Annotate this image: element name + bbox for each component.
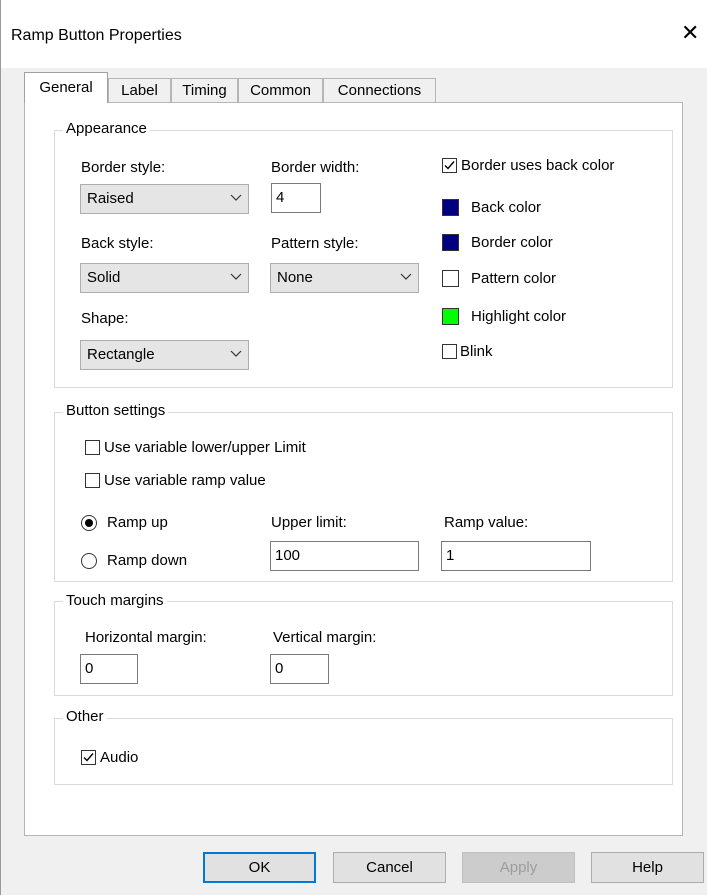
vertical-margin-value: 0 xyxy=(275,660,284,677)
cancel-button[interactable]: Cancel xyxy=(333,852,446,883)
border-uses-back-color-label: Border uses back color xyxy=(461,157,615,174)
chevron-down-icon xyxy=(400,273,412,280)
back-style-select[interactable]: Solid xyxy=(80,263,249,293)
radio-selected-dot xyxy=(85,519,93,527)
back-color-label: Back color xyxy=(471,199,542,216)
tab-connections[interactable]: Connections xyxy=(323,78,436,102)
border-width-label: Border width: xyxy=(271,159,360,176)
border-width-value: 4 xyxy=(276,189,285,206)
vertical-margin-input[interactable]: 0 xyxy=(270,654,329,684)
upper-limit-value: 100 xyxy=(275,547,301,564)
checkmark-icon xyxy=(83,753,94,762)
pattern-style-value: None xyxy=(277,269,313,286)
variable-ramp-label: Use variable ramp value xyxy=(104,472,266,489)
blink-checkbox[interactable] xyxy=(442,344,457,359)
variable-limit-label: Use variable lower/upper Limit xyxy=(104,439,306,456)
highlight-color-swatch[interactable] xyxy=(442,308,459,325)
border-width-input[interactable]: 4 xyxy=(271,183,321,213)
tab-label[interactable]: Label xyxy=(108,78,171,102)
tab-timing[interactable]: Timing xyxy=(171,78,238,102)
shape-value: Rectangle xyxy=(87,346,155,363)
border-style-label: Border style: xyxy=(81,159,166,176)
audio-checkbox[interactable] xyxy=(81,750,96,765)
button-settings-title: Button settings xyxy=(63,403,169,419)
ramp-value-input[interactable]: 1 xyxy=(441,541,591,571)
upper-limit-input[interactable]: 100 xyxy=(270,541,419,571)
horizontal-margin-label: Horizontal margin: xyxy=(85,629,207,646)
help-button[interactable]: Help xyxy=(591,852,704,883)
ramp-up-label: Ramp up xyxy=(107,514,168,531)
border-color-label: Border color xyxy=(471,234,553,251)
dialog-window: Ramp Button Properties ✕ General Label T… xyxy=(0,0,707,895)
shape-select[interactable]: Rectangle xyxy=(80,340,249,370)
close-icon[interactable]: ✕ xyxy=(681,22,699,44)
pattern-style-label: Pattern style: xyxy=(271,235,359,252)
appearance-title: Appearance xyxy=(63,121,150,137)
back-color-swatch[interactable] xyxy=(442,199,459,216)
ramp-down-radio[interactable] xyxy=(81,553,97,569)
touch-margins-group xyxy=(54,601,673,696)
dialog-title: Ramp Button Properties xyxy=(11,27,182,44)
horizontal-margin-value: 0 xyxy=(85,660,94,677)
border-uses-back-color-checkbox[interactable] xyxy=(442,158,457,173)
variable-limit-checkbox[interactable] xyxy=(85,440,100,455)
pattern-color-label: Pattern color xyxy=(471,270,557,287)
chevron-down-icon xyxy=(230,273,242,280)
border-color-swatch[interactable] xyxy=(442,234,459,251)
audio-label: Audio xyxy=(100,749,139,766)
pattern-style-select[interactable]: None xyxy=(270,263,419,293)
checkmark-icon xyxy=(444,161,455,170)
variable-ramp-checkbox[interactable] xyxy=(85,473,100,488)
back-style-value: Solid xyxy=(87,269,121,286)
pattern-color-swatch[interactable] xyxy=(442,270,459,287)
ramp-up-radio[interactable] xyxy=(81,515,97,531)
ok-button[interactable]: OK xyxy=(203,852,316,883)
horizontal-margin-input[interactable]: 0 xyxy=(80,654,138,684)
title-bar: Ramp Button Properties ✕ xyxy=(1,0,707,68)
ramp-value-value: 1 xyxy=(446,547,455,564)
border-style-value: Raised xyxy=(87,190,134,207)
border-style-select[interactable]: Raised xyxy=(80,184,249,214)
tab-common[interactable]: Common xyxy=(238,78,323,102)
apply-button[interactable]: Apply xyxy=(462,852,575,883)
blink-label: Blink xyxy=(460,343,493,360)
ramp-down-label: Ramp down xyxy=(107,552,188,569)
chevron-down-icon xyxy=(230,350,242,357)
ramp-value-label: Ramp value: xyxy=(444,514,529,531)
touch-margins-title: Touch margins xyxy=(63,593,167,609)
back-style-label: Back style: xyxy=(81,235,154,252)
vertical-margin-label: Vertical margin: xyxy=(273,629,377,646)
other-title: Other xyxy=(63,709,107,725)
shape-label: Shape: xyxy=(81,310,129,327)
tab-general[interactable]: General xyxy=(24,72,108,103)
highlight-color-label: Highlight color xyxy=(471,308,567,325)
upper-limit-label: Upper limit: xyxy=(271,514,347,531)
other-group xyxy=(54,718,673,785)
chevron-down-icon xyxy=(230,194,242,201)
